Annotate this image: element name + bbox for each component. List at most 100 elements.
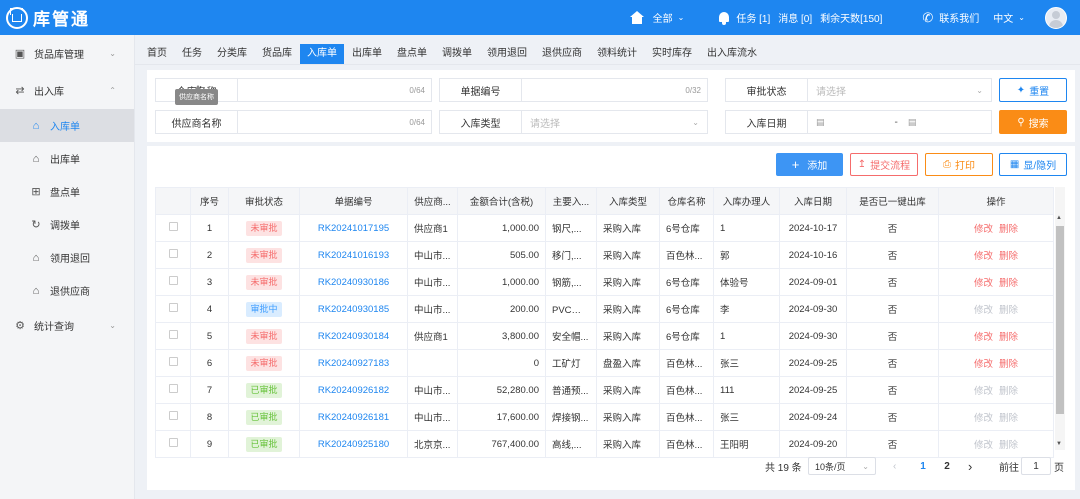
tab-goods[interactable]: 货品库 [255,44,299,64]
delete-button[interactable]: 删除 [999,332,1018,343]
inbound-date-range[interactable]: 入库日期 ▤ - ▤ [725,110,992,134]
row-checkbox[interactable] [168,330,178,339]
sidebar-group-goods[interactable]: ▣ 货品库管理 ⌄ [0,35,134,72]
edit-button[interactable]: 修改 [974,413,993,424]
row-checkbox-cell[interactable] [155,430,191,458]
row-checkbox-cell[interactable] [155,322,191,350]
doc-number-link[interactable]: RK20241017195 [318,223,389,234]
approval-status-select[interactable]: 审批状态 请选择 ⌄ [725,78,992,102]
row-checkbox-cell[interactable] [155,268,191,296]
tab-transfer[interactable]: 调拨单 [435,44,479,64]
row-checkbox[interactable] [168,303,178,312]
add-button[interactable]: + 添加 [776,153,843,176]
submit-flow-button[interactable]: ↥ 提交流程 [850,153,918,176]
messages-link[interactable]: 消息 [0] [778,10,812,25]
doc-number-link[interactable]: RK20240930185 [318,304,389,315]
delete-button[interactable]: 删除 [999,278,1018,289]
reset-button[interactable]: ✦ 重置 [999,78,1067,102]
delete-button[interactable]: 删除 [999,386,1018,397]
tab-inout-flow[interactable]: 出入库流水 [700,44,764,64]
doc-number-link[interactable]: RK20241016193 [318,250,389,261]
sidebar-item-inbound[interactable]: ⌂ 入库单 [0,109,134,142]
doc-number-field[interactable]: 单据编号 0/32 [439,78,708,102]
delete-button[interactable]: 删除 [999,251,1018,262]
edit-button[interactable]: 修改 [974,278,993,289]
scroll-down-icon[interactable]: ▼ [1056,441,1062,447]
table-row[interactable]: 4 审批中 RK20240930185 中山市... 200.00 PVC直接 采购入库 6号… [155,295,1054,323]
row-checkbox[interactable] [168,411,178,420]
table-row[interactable]: 3 未审批 RK20240930186 中山市... 1,000.00 钢筋,... 采购入… [155,268,1054,296]
scroll-up-icon[interactable]: ▲ [1056,215,1062,221]
row-checkbox-cell[interactable] [155,214,191,242]
edit-button[interactable]: 修改 [974,440,993,451]
search-button[interactable]: ⚲ 搜索 [999,110,1067,134]
row-checkbox-cell[interactable] [155,376,191,404]
delete-button[interactable]: 删除 [999,224,1018,235]
sidebar-item-outbound[interactable]: ⌂ 出库单 [0,142,134,175]
edit-button[interactable]: 修改 [974,386,993,397]
doc-number-link[interactable]: RK20240925180 [318,439,389,450]
delete-button[interactable]: 删除 [999,305,1018,316]
logo[interactable]: 库管通 [0,5,135,30]
tab-return[interactable]: 领用退回 [480,44,534,64]
row-checkbox[interactable] [168,438,178,447]
row-checkbox-cell[interactable] [155,241,191,269]
print-button[interactable]: ⎙ 打印 [925,153,993,176]
table-row[interactable]: 5 未审批 RK20240930184 供应商1 3,800.00 安全帽... 采购入库 6… [155,322,1054,350]
row-checkbox[interactable] [168,357,178,366]
doc-number-link[interactable]: RK20240926181 [318,412,389,423]
table-row[interactable]: 1 未审批 RK20241017195 供应商1 1,000.00 钢尺,... 采购入库 6… [155,214,1054,242]
tab-inbound[interactable]: 入库单 [300,44,344,64]
approval-status-value[interactable]: 请选择 ⌄ [808,79,991,101]
avatar[interactable] [1045,6,1067,29]
tab-supplier-return[interactable]: 退供应商 [535,44,589,64]
tab-realtime-stock[interactable]: 实时库存 [645,44,699,64]
doc-number-input[interactable]: 0/32 [522,79,707,101]
edit-button[interactable]: 修改 [974,251,993,262]
table-row[interactable]: 9 已审批 RK20240925180 北京京... 767,400.00 高线,... 采… [155,430,1054,458]
row-checkbox[interactable] [168,276,178,285]
page-2-button[interactable]: 2 [940,457,954,475]
doc-number-link[interactable]: RK20240926182 [318,385,389,396]
inbound-type-select[interactable]: 入库类型 请选择 ⌄ [439,110,708,134]
sidebar-group-inout[interactable]: ⇄ 出入库 ⌃ [0,72,134,109]
delete-button[interactable]: 删除 [999,359,1018,370]
row-checkbox[interactable] [168,249,178,258]
table-row[interactable]: 6 未审批 RK20240927183 0 工矿灯 盘盈入库 百色林... 张三 2024-09… [155,349,1054,377]
row-checkbox-cell[interactable] [155,403,191,431]
tab-stocktake[interactable]: 盘点单 [390,44,434,64]
doc-number-link[interactable]: RK20240927183 [318,358,389,369]
goto-page-input[interactable]: 1 [1021,457,1051,475]
select-all-cell[interactable] [155,187,191,215]
warehouse-name-input[interactable]: 0/64 [238,79,431,101]
scope-selector[interactable]: 全部 ⌄ [629,10,684,25]
row-checkbox-cell[interactable] [155,295,191,323]
delete-button[interactable]: 删除 [999,413,1018,424]
sidebar-group-stats[interactable]: ⚙ 统计查询 ⌄ [0,307,134,344]
sidebar-item-stocktake[interactable]: ⊞ 盘点单 [0,175,134,208]
tab-outbound[interactable]: 出库单 [345,44,389,64]
edit-button[interactable]: 修改 [974,305,993,316]
tab-material-stats[interactable]: 领料统计 [590,44,644,64]
delete-button[interactable]: 删除 [999,440,1018,451]
tab-category[interactable]: 分类库 [210,44,254,64]
table-row[interactable]: 8 已审批 RK20240926181 中山市... 17,600.00 焊接钢... 采购… [155,403,1054,431]
tab-tasks[interactable]: 任务 [175,44,209,64]
doc-number-link[interactable]: RK20240930184 [318,331,389,342]
supplier-name-field[interactable]: 供应商名称 0/64 [155,110,432,134]
sidebar-item-supplier-return[interactable]: ⌂ 退供应商 [0,274,134,307]
contact-link[interactable]: ✆ 联系我们 [922,10,979,26]
edit-button[interactable]: 修改 [974,359,993,370]
sidebar-item-return[interactable]: ⌂ 领用退回 [0,241,134,274]
edit-button[interactable]: 修改 [974,332,993,343]
prev-page-button[interactable]: ‹ [893,457,896,475]
row-checkbox[interactable] [168,222,178,231]
page-1-button[interactable]: 1 [916,457,930,475]
language-selector[interactable]: 中文 ⌄ [993,10,1025,25]
tab-home[interactable]: 首页 [140,44,174,64]
row-checkbox[interactable] [168,384,178,393]
page-size-select[interactable]: 10条/页 ⌄ [808,457,876,475]
toggle-columns-button[interactable]: ▦ 显/隐列 [999,153,1067,176]
next-page-button[interactable]: › [968,457,972,475]
tasks-link[interactable]: 任务 [1] [718,10,770,25]
